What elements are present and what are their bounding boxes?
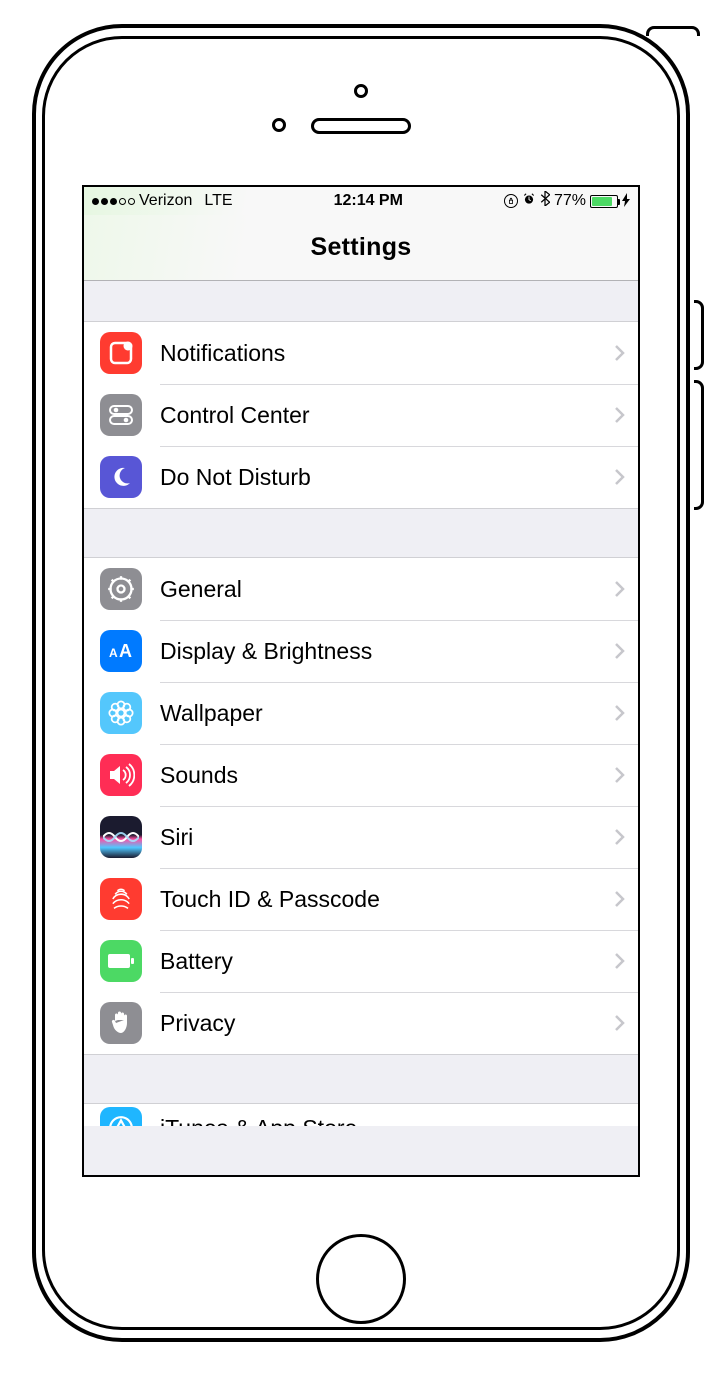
control-center-icon: [100, 394, 142, 436]
siri-icon: [100, 816, 142, 858]
chevron-right-icon: [614, 704, 626, 722]
battery-percent: 77%: [554, 192, 586, 210]
nav-header: Settings: [84, 215, 638, 281]
phone-sensor-dot: [354, 84, 368, 98]
row-itunes-app-store[interactable]: iTunes & App Store: [84, 1104, 638, 1126]
row-label: Notifications: [160, 340, 614, 367]
battery-settings-icon: [100, 940, 142, 982]
group-separator: [84, 509, 638, 557]
row-touch-id-passcode[interactable]: Touch ID & Passcode: [84, 868, 638, 930]
phone-home-button[interactable]: [316, 1234, 406, 1324]
row-label: Display & Brightness: [160, 638, 614, 665]
status-bar: Verizon LTE 12:14 PM 77%: [84, 187, 638, 215]
row-label: General: [160, 576, 614, 603]
phone-side-button-1: [694, 300, 704, 370]
signal-strength-icon: [92, 198, 135, 205]
row-label: Do Not Disturb: [160, 464, 614, 491]
status-time: 12:14 PM: [233, 192, 504, 210]
screen: Verizon LTE 12:14 PM 77% Settings: [82, 185, 640, 1177]
network-label: LTE: [204, 192, 232, 210]
chevron-right-icon: [614, 642, 626, 660]
gear-icon: [100, 568, 142, 610]
battery-icon: [590, 195, 618, 208]
row-general[interactable]: General: [84, 558, 638, 620]
chevron-right-icon: [614, 468, 626, 486]
speaker-icon: [100, 754, 142, 796]
row-battery[interactable]: Battery: [84, 930, 638, 992]
row-label: Privacy: [160, 1010, 614, 1037]
row-label: Battery: [160, 948, 614, 975]
row-privacy[interactable]: Privacy: [84, 992, 638, 1054]
fingerprint-icon: [100, 878, 142, 920]
row-label: Siri: [160, 824, 614, 851]
phone-speaker: [311, 118, 411, 134]
charging-icon: [622, 193, 630, 210]
svg-text:A: A: [109, 646, 118, 660]
row-label: Control Center: [160, 402, 614, 429]
row-label: iTunes & App Store: [160, 1115, 626, 1127]
row-do-not-disturb[interactable]: Do Not Disturb: [84, 446, 638, 508]
text-size-icon: AA: [100, 630, 142, 672]
chevron-right-icon: [614, 406, 626, 424]
chevron-right-icon: [614, 952, 626, 970]
row-wallpaper[interactable]: Wallpaper: [84, 682, 638, 744]
row-label: Wallpaper: [160, 700, 614, 727]
chevron-right-icon: [614, 766, 626, 784]
row-notifications[interactable]: Notifications: [84, 322, 638, 384]
row-label: Touch ID & Passcode: [160, 886, 614, 913]
chevron-right-icon: [614, 890, 626, 908]
row-siri[interactable]: Siri: [84, 806, 638, 868]
carrier-label: Verizon: [139, 192, 192, 210]
svg-text:A: A: [119, 641, 132, 661]
bluetooth-icon: [540, 191, 550, 211]
settings-group-3: iTunes & App Store: [84, 1103, 638, 1126]
group-separator: [84, 1055, 638, 1103]
chevron-right-icon: [614, 344, 626, 362]
row-sounds[interactable]: Sounds: [84, 744, 638, 806]
phone-top-button: [646, 26, 700, 36]
settings-group-2: General AA Display & Brightness Wallpape…: [84, 557, 638, 1055]
row-control-center[interactable]: Control Center: [84, 384, 638, 446]
phone-camera-dot: [272, 118, 286, 132]
app-store-icon: [100, 1107, 142, 1126]
chevron-right-icon: [614, 828, 626, 846]
moon-icon: [100, 456, 142, 498]
row-display-brightness[interactable]: AA Display & Brightness: [84, 620, 638, 682]
notifications-icon: [100, 332, 142, 374]
page-title: Settings: [310, 233, 411, 262]
alarm-icon: [522, 192, 536, 211]
hand-icon: [100, 1002, 142, 1044]
chevron-right-icon: [614, 1014, 626, 1032]
flower-icon: [100, 692, 142, 734]
group-separator: [84, 281, 638, 321]
rotation-lock-icon: [504, 194, 518, 208]
phone-side-button-2: [694, 380, 704, 510]
chevron-right-icon: [614, 580, 626, 598]
row-label: Sounds: [160, 762, 614, 789]
settings-group-1: Notifications Control Center Do Not Dist…: [84, 321, 638, 509]
